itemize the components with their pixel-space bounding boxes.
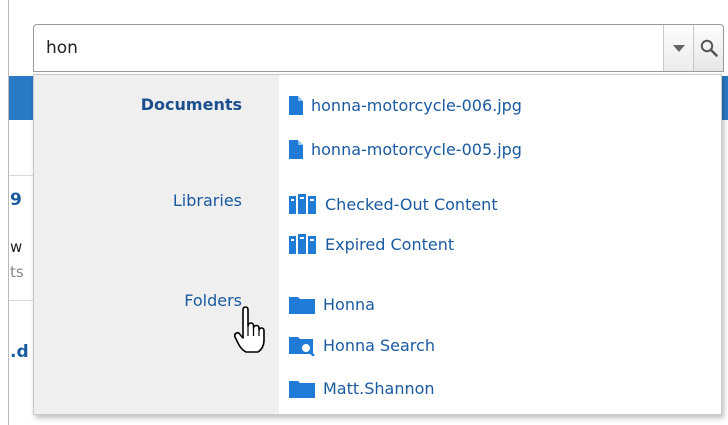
search-suggestions-popup: Documents honna-motorcycle-006.jpg honna… (33, 74, 722, 415)
suggestion-item-saved-search[interactable]: Honna Search (289, 332, 435, 358)
search-scope-dropdown[interactable] (663, 25, 693, 71)
folder-icon (289, 380, 315, 398)
suggestion-item-label: honna-motorcycle-005.jpg (311, 139, 522, 159)
group-label-documents: Documents (140, 95, 242, 114)
background-text-fragment: ts (10, 263, 24, 281)
background-header-bar-right (722, 76, 728, 120)
background-title-fragment: .d (10, 342, 29, 362)
suggestion-item-label: Matt.Shannon (323, 378, 435, 398)
group-label-libraries: Libraries (172, 191, 242, 210)
suggestion-item-document[interactable]: honna-motorcycle-006.jpg (289, 92, 522, 118)
background-divider (9, 175, 33, 176)
background-text-fragment: w (10, 238, 23, 256)
document-icon (289, 95, 303, 115)
suggestion-item-label: Expired Content (325, 234, 455, 254)
suggestion-item-folder[interactable]: Honna (289, 291, 375, 317)
background-divider (9, 300, 33, 301)
suggestion-item-label: Checked-Out Content (325, 194, 498, 214)
group-label-folders: Folders (184, 291, 242, 310)
suggestion-item-library[interactable]: Checked-Out Content (289, 191, 498, 217)
folder-icon (289, 296, 315, 314)
search-input[interactable] (46, 25, 626, 71)
suggestion-item-label: Honna Search (323, 335, 435, 355)
suggestion-item-folder[interactable]: Matt.Shannon (289, 375, 435, 401)
suggestion-item-library[interactable]: Expired Content (289, 231, 454, 257)
search-folder-icon (289, 336, 315, 356)
suggestion-categories-column (34, 75, 279, 414)
suggestion-item-document[interactable]: honna-motorcycle-005.jpg (289, 136, 522, 162)
search-button[interactable] (693, 25, 723, 71)
hand-cursor-icon (234, 306, 265, 353)
library-icon (289, 234, 316, 254)
suggestion-item-label: honna-motorcycle-006.jpg (311, 95, 522, 115)
document-icon (289, 139, 303, 159)
background-title-fragment: 9 (10, 190, 22, 210)
background-header-bar (9, 76, 33, 120)
search-icon (700, 39, 718, 57)
search-box (33, 24, 724, 72)
chevron-down-icon (672, 44, 685, 52)
library-icon (289, 194, 316, 214)
suggestion-item-label: Honna (323, 294, 375, 314)
